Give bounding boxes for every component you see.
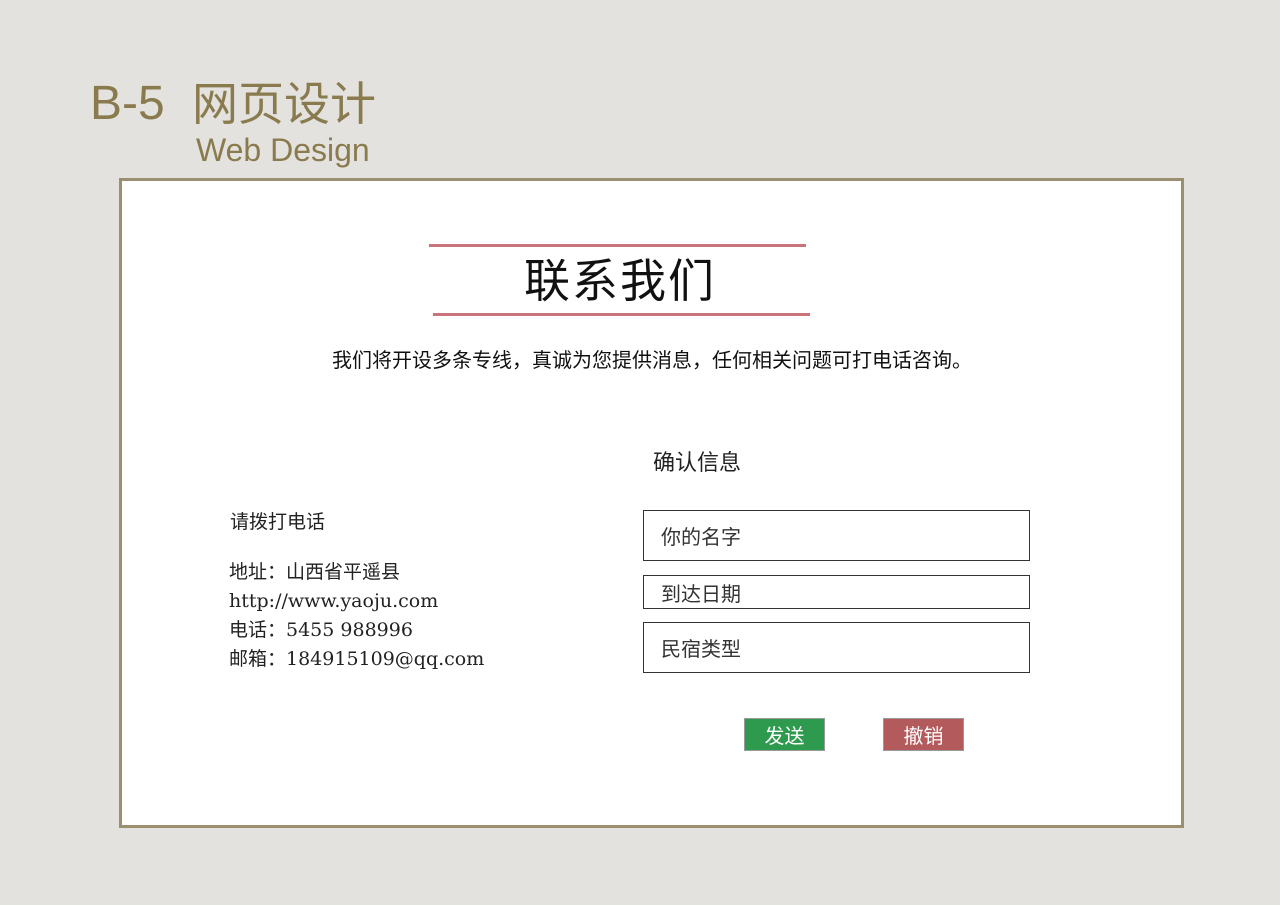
title-rule-bottom (433, 313, 810, 316)
lodging-type-input[interactable]: 民宿类型 (643, 622, 1030, 673)
call-label: 请拨打电话 (230, 511, 326, 533)
contact-info: 地址：山西省平遥县 http://www.yaoju.com 电话：5455 9… (229, 558, 484, 674)
lodging-type-placeholder: 民宿类型 (661, 637, 741, 661)
name-placeholder: 你的名字 (661, 525, 741, 549)
contact-address: 地址：山西省平遥县 (229, 561, 401, 583)
page-title: 联系我们 (524, 254, 716, 308)
name-input[interactable]: 你的名字 (643, 510, 1030, 561)
contact-phone: 电话：5455 988996 (229, 619, 413, 641)
title-rule-top (429, 244, 806, 247)
send-button[interactable]: 发送 (744, 718, 825, 751)
contact-email[interactable]: 邮箱：184915109@qq.com (229, 645, 484, 674)
intro-text: 我们将开设多条专线，真诚为您提供消息，任何相关问题可打电话咨询。 (332, 348, 972, 372)
section-code: B-5 (90, 77, 165, 130)
web-page-frame: 联系我们 我们将开设多条专线，真诚为您提供消息，任何相关问题可打电话咨询。 确认… (119, 178, 1184, 828)
arrival-date-input[interactable]: 到达日期 (643, 575, 1030, 609)
form-heading: 确认信息 (653, 451, 742, 476)
arrival-date-placeholder: 到达日期 (661, 581, 741, 606)
section-title-cn: 网页设计 (192, 77, 376, 131)
section-title-en: Web Design (196, 132, 370, 168)
contact-website[interactable]: http://www.yaoju.com (229, 587, 484, 616)
cancel-button[interactable]: 撤销 (883, 718, 964, 751)
